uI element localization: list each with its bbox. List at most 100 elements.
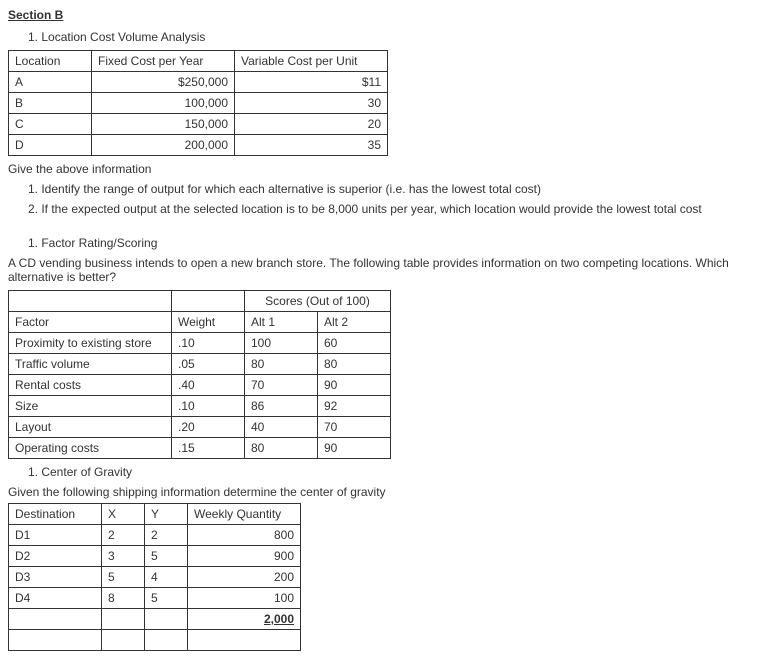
cell: Proximity to existing store xyxy=(9,333,172,354)
cell: 5 xyxy=(102,567,145,588)
q2-intro: A CD vending business intends to open a … xyxy=(8,256,771,284)
cell: 2 xyxy=(145,525,188,546)
cell xyxy=(145,630,188,651)
cost-volume-table: Location Fixed Cost per Year Variable Co… xyxy=(8,50,388,156)
scores-header: Scores (Out of 100) xyxy=(245,291,391,312)
q1-sub1: 1. Identify the range of output for whic… xyxy=(28,182,771,196)
cell: .10 xyxy=(172,396,245,417)
table-row xyxy=(9,630,301,651)
table-row: D354200 xyxy=(9,567,301,588)
table-row: Scores (Out of 100) xyxy=(9,291,391,312)
table-row: Proximity to existing store.1010060 xyxy=(9,333,391,354)
header-fixed: Fixed Cost per Year xyxy=(92,51,235,72)
cell: Layout xyxy=(9,417,172,438)
q3-intro: Given the following shipping information… xyxy=(8,485,771,499)
cell: D1 xyxy=(9,525,102,546)
cell: 100 xyxy=(245,333,318,354)
cell: Rental costs xyxy=(9,375,172,396)
table-row: Operating costs.158090 xyxy=(9,438,391,459)
section-title: Section B xyxy=(8,8,771,22)
cell: 80 xyxy=(245,438,318,459)
cell: 4 xyxy=(145,567,188,588)
cell: 5 xyxy=(145,588,188,609)
cell: 200 xyxy=(188,567,301,588)
cell: B xyxy=(9,93,92,114)
cell xyxy=(9,609,102,630)
q1-note: Give the above information xyxy=(8,162,771,176)
table-row: D485100 xyxy=(9,588,301,609)
table-row: Location Fixed Cost per Year Variable Co… xyxy=(9,51,388,72)
cell: A xyxy=(9,72,92,93)
cell: 30 xyxy=(235,93,388,114)
q1-sub2: 2. If the expected output at the selecte… xyxy=(28,202,771,216)
cell: Operating costs xyxy=(9,438,172,459)
cell: 90 xyxy=(318,438,391,459)
cell: 3 xyxy=(102,546,145,567)
cell: 80 xyxy=(318,354,391,375)
cell: 92 xyxy=(318,396,391,417)
table-row: Rental costs.407090 xyxy=(9,375,391,396)
cell: D xyxy=(9,135,92,156)
col-weight: Weight xyxy=(172,312,245,333)
q1-heading: 1. Location Cost Volume Analysis xyxy=(28,30,771,44)
cell xyxy=(102,630,145,651)
table-row: Traffic volume.058080 xyxy=(9,354,391,375)
table-row: D235900 xyxy=(9,546,301,567)
cell: D3 xyxy=(9,567,102,588)
cell: 100 xyxy=(188,588,301,609)
cell: 20 xyxy=(235,114,388,135)
table-row: Factor Weight Alt 1 Alt 2 xyxy=(9,312,391,333)
cell: .20 xyxy=(172,417,245,438)
cell: 60 xyxy=(318,333,391,354)
table-row: Size.108692 xyxy=(9,396,391,417)
cell: 8 xyxy=(102,588,145,609)
header-dest: Destination xyxy=(9,504,102,525)
cell xyxy=(145,609,188,630)
cell: $250,000 xyxy=(92,72,235,93)
cell: .10 xyxy=(172,333,245,354)
q2-heading: 1. Factor Rating/Scoring xyxy=(28,236,771,250)
cell: Size xyxy=(9,396,172,417)
table-row: 2,000 xyxy=(9,609,301,630)
table-row: Layout.204070 xyxy=(9,417,391,438)
q3-heading: 1. Center of Gravity xyxy=(28,465,771,479)
header-qty: Weekly Quantity xyxy=(188,504,301,525)
header-location: Location xyxy=(9,51,92,72)
cell: $11 xyxy=(235,72,388,93)
cell: .40 xyxy=(172,375,245,396)
cell: 200,000 xyxy=(92,135,235,156)
cell: Traffic volume xyxy=(9,354,172,375)
table-row: B100,00030 xyxy=(9,93,388,114)
factor-rating-table: Scores (Out of 100) Factor Weight Alt 1 … xyxy=(8,290,391,459)
cell: 86 xyxy=(245,396,318,417)
center-gravity-table: Destination X Y Weekly Quantity D122800 … xyxy=(8,503,301,651)
cell: C xyxy=(9,114,92,135)
cell xyxy=(9,291,172,312)
cell: 90 xyxy=(318,375,391,396)
cell: 900 xyxy=(188,546,301,567)
cell: 150,000 xyxy=(92,114,235,135)
cell xyxy=(172,291,245,312)
cell: 800 xyxy=(188,525,301,546)
col-factor: Factor xyxy=(9,312,172,333)
table-row: C150,00020 xyxy=(9,114,388,135)
col-alt2: Alt 2 xyxy=(318,312,391,333)
header-x: X xyxy=(102,504,145,525)
cell: 80 xyxy=(245,354,318,375)
cell: 70 xyxy=(245,375,318,396)
col-alt1: Alt 1 xyxy=(245,312,318,333)
header-y: Y xyxy=(145,504,188,525)
cell: 70 xyxy=(318,417,391,438)
header-var: Variable Cost per Unit xyxy=(235,51,388,72)
table-row: D200,00035 xyxy=(9,135,388,156)
cell: 2 xyxy=(102,525,145,546)
cell: 35 xyxy=(235,135,388,156)
total-cell: 2,000 xyxy=(188,609,301,630)
table-row: Destination X Y Weekly Quantity xyxy=(9,504,301,525)
table-row: D122800 xyxy=(9,525,301,546)
cell: .05 xyxy=(172,354,245,375)
cell: .15 xyxy=(172,438,245,459)
cell xyxy=(188,630,301,651)
table-row: A$250,000$11 xyxy=(9,72,388,93)
cell xyxy=(9,630,102,651)
